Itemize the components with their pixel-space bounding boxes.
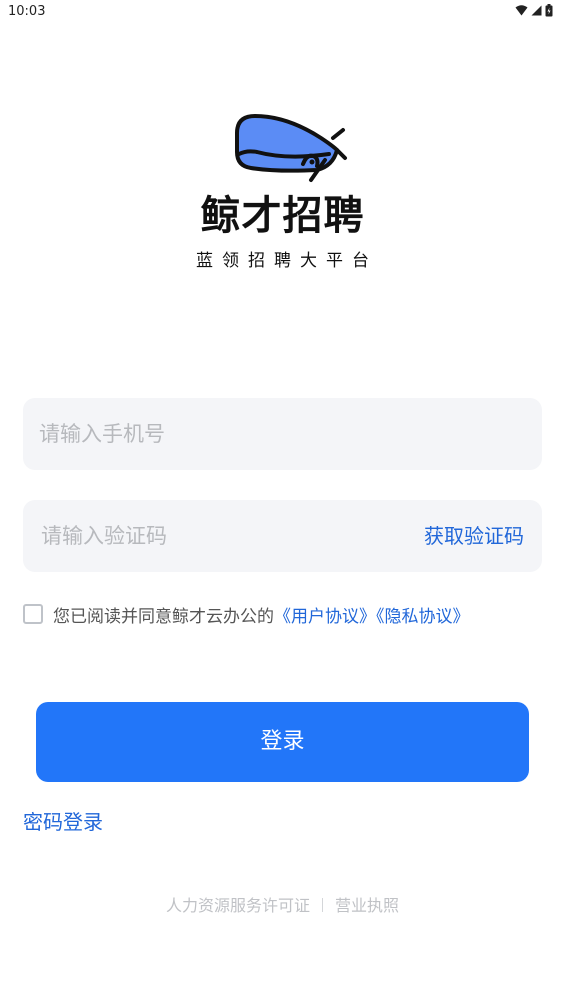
phone-field[interactable]	[23, 398, 542, 470]
login-button[interactable]: 登录	[36, 702, 529, 782]
status-icons	[515, 4, 553, 17]
get-code-button[interactable]: 获取验证码	[424, 500, 524, 572]
whale-logo-icon	[234, 114, 347, 182]
agreement-text: 您已阅读并同意鲸才云办公的《用户协议》《隐私协议》	[53, 602, 470, 627]
user-agreement-link[interactable]: 《用户协议》	[274, 607, 376, 627]
code-field[interactable]: 获取验证码	[23, 500, 542, 572]
phone-input[interactable]	[39, 398, 379, 470]
agreement-checkbox[interactable]	[23, 604, 43, 624]
footer-divider	[322, 898, 323, 912]
signal-icon	[531, 5, 542, 16]
brand-name: 鲸才招聘	[200, 193, 365, 239]
brand-logo: 鲸才招聘 蓝领招聘大平台	[0, 108, 565, 271]
status-bar: 10:03	[0, 0, 565, 24]
code-input[interactable]	[41, 500, 341, 572]
agreement-label: 您已阅读并同意鲸才云办公的	[53, 606, 274, 627]
agreement-row: 您已阅读并同意鲸才云办公的《用户协议》《隐私协议》	[23, 602, 470, 627]
footer: 人力资源服务许可证 营业执照	[0, 892, 565, 916]
hr-license-link[interactable]: 人力资源服务许可证	[166, 896, 310, 915]
brand-tagline: 蓝领招聘大平台	[196, 251, 378, 271]
business-license-link[interactable]: 营业执照	[335, 896, 399, 915]
battery-icon	[545, 4, 553, 17]
status-time: 10:03	[8, 4, 46, 19]
wifi-icon	[515, 5, 528, 16]
password-login-link[interactable]: 密码登录	[23, 806, 103, 835]
privacy-agreement-link[interactable]: 《隐私协议》	[376, 607, 470, 627]
